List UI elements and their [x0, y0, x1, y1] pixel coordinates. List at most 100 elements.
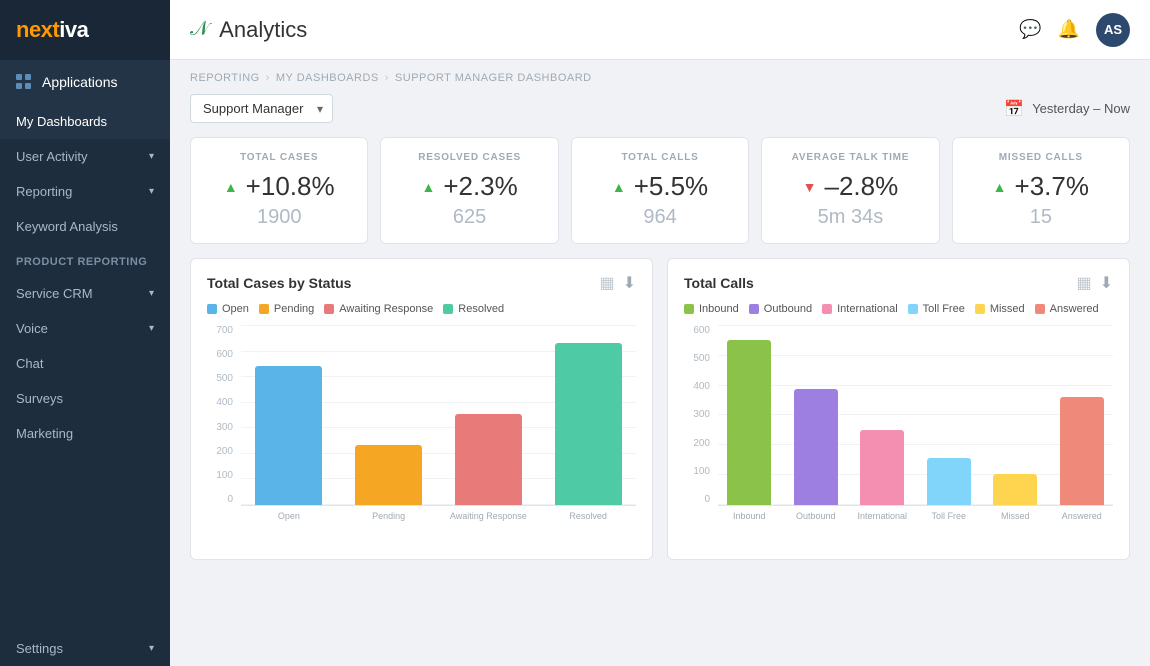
sidebar-item-label: Service CRM — [16, 286, 93, 301]
y-label: 600 — [684, 325, 714, 336]
legend-dot — [324, 304, 334, 314]
sidebar-section-product-reporting: PRODUCT REPORTING — [0, 248, 170, 276]
legend-item: Toll Free — [908, 303, 965, 315]
y-axis: 7006005004003002001000 — [207, 325, 237, 505]
bar[interactable] — [993, 474, 1037, 505]
bar-chart-icon: ▦ — [1076, 273, 1091, 293]
kpi-value: 1900 — [257, 206, 302, 229]
x-labels: InboundOutboundInternationalToll FreeMis… — [718, 511, 1113, 521]
bar[interactable] — [927, 458, 971, 505]
download-button[interactable]: ⬇ — [1100, 273, 1113, 293]
sidebar-item-keyword-analysis[interactable]: Keyword Analysis — [0, 209, 170, 244]
chevron-icon: ▾ — [149, 323, 154, 334]
legend-label: Resolved — [458, 303, 504, 315]
dashboard-select[interactable]: Support Manager — [190, 94, 333, 123]
legend-dot — [684, 304, 694, 314]
kpi-label: MISSED CALLS — [999, 152, 1083, 163]
x-label: Resolved — [540, 511, 636, 521]
download-button[interactable]: ⬇ — [623, 273, 636, 293]
chat-button[interactable]: 💬 — [1019, 19, 1041, 40]
sidebar-item-marketing[interactable]: Marketing — [0, 416, 170, 451]
legend-item: Open — [207, 303, 249, 315]
sidebar-item-reporting[interactable]: Reporting ▾ — [0, 174, 170, 209]
legend-label: Inbound — [699, 303, 739, 315]
page-title: Analytics — [219, 17, 1019, 43]
sidebar-item-label: Applications — [42, 74, 118, 90]
y-label: 500 — [684, 353, 714, 364]
calendar-icon: 📅 — [1004, 99, 1024, 119]
sidebar-item-voice[interactable]: Voice ▾ — [0, 311, 170, 346]
sidebar-item-applications[interactable]: Applications — [0, 60, 170, 104]
legend-dot — [749, 304, 759, 314]
kpi-value: 964 — [643, 206, 676, 229]
bar-column — [785, 389, 848, 505]
sidebar-item-user-activity[interactable]: User Activity ▾ — [0, 139, 170, 174]
chart-total-calls: Total Calls ▦ ⬇ InboundOutboundInternati… — [667, 258, 1130, 560]
bar[interactable] — [555, 343, 622, 505]
chart-total-cases: Total Cases by Status ▦ ⬇ OpenPendingAwa… — [190, 258, 653, 560]
sidebar-item-service-crm[interactable]: Service CRM ▾ — [0, 276, 170, 311]
sidebar-item-label: Reporting — [16, 184, 72, 199]
bar-column — [241, 366, 337, 505]
sidebar-item-chat[interactable]: Chat — [0, 346, 170, 381]
kpi-percent: +5.5% — [634, 171, 708, 202]
sidebar-item-label: Marketing — [16, 426, 73, 441]
kpi-card-missed-calls: MISSED CALLS ▲ +3.7% 15 — [952, 137, 1130, 244]
bar[interactable] — [727, 340, 771, 505]
main-content: 𝒩 Analytics 💬 🔔 AS REPORTING › MY DASHBO… — [170, 0, 1150, 666]
legend-label: Answered — [1050, 303, 1099, 315]
kpi-arrow: ▲ — [993, 179, 1007, 195]
legend-dot — [259, 304, 269, 314]
bar[interactable] — [860, 430, 904, 505]
y-label: 0 — [207, 494, 237, 505]
x-label: Pending — [341, 511, 437, 521]
legend-label: Pending — [274, 303, 314, 315]
legend-item: Missed — [975, 303, 1025, 315]
bar[interactable] — [355, 445, 422, 505]
bar-column — [918, 458, 981, 505]
kpi-arrow: ▲ — [612, 179, 626, 195]
bar[interactable] — [455, 414, 522, 505]
notifications-button[interactable]: 🔔 — [1058, 19, 1080, 40]
sidebar-settings[interactable]: Settings ▾ — [0, 631, 170, 666]
kpi-value-row: ▼ –2.8% — [803, 171, 899, 202]
controls-row: Support Manager 📅 Yesterday – Now — [190, 94, 1130, 123]
sidebar-item-label: Surveys — [16, 391, 63, 406]
kpi-value: 5m 34s — [818, 206, 884, 229]
y-label: 100 — [684, 466, 714, 477]
y-label: 200 — [207, 446, 237, 457]
legend-dot — [443, 304, 453, 314]
sidebar-item-my-dashboards[interactable]: My Dashboards — [0, 104, 170, 139]
kpi-value-row: ▲ +10.8% — [224, 171, 335, 202]
bar[interactable] — [255, 366, 322, 505]
date-range[interactable]: 📅 Yesterday – Now — [1004, 99, 1130, 119]
x-label: Awaiting Response — [441, 511, 537, 521]
section-label: PRODUCT REPORTING — [16, 256, 147, 268]
logo: nextiva — [0, 0, 170, 60]
breadcrumb-reporting: REPORTING — [190, 72, 260, 84]
x-label: Toll Free — [918, 511, 981, 521]
charts-row: Total Cases by Status ▦ ⬇ OpenPendingAwa… — [190, 258, 1130, 560]
bar[interactable] — [1060, 397, 1104, 505]
kpi-label: RESOLVED CASES — [418, 152, 521, 163]
content-area: REPORTING › MY DASHBOARDS › SUPPORT MANA… — [170, 60, 1150, 666]
bar[interactable] — [794, 389, 838, 505]
y-label: 100 — [207, 470, 237, 481]
x-axis-line — [241, 505, 636, 506]
bars-container — [718, 325, 1113, 505]
legend-item: Inbound — [684, 303, 739, 315]
topbar-actions: 💬 🔔 AS — [1019, 13, 1130, 47]
bar-chart-icon: ▦ — [599, 273, 614, 293]
kpi-card-avg-talk-time: AVERAGE TALK TIME ▼ –2.8% 5m 34s — [761, 137, 939, 244]
x-label: Outbound — [785, 511, 848, 521]
legend-label: Open — [222, 303, 249, 315]
sidebar-item-surveys[interactable]: Surveys — [0, 381, 170, 416]
breadcrumb: REPORTING › MY DASHBOARDS › SUPPORT MANA… — [190, 72, 1130, 84]
kpi-row: TOTAL CASES ▲ +10.8% 1900 RESOLVED CASES… — [190, 137, 1130, 244]
y-label: 400 — [684, 381, 714, 392]
kpi-value-row: ▲ +5.5% — [612, 171, 708, 202]
kpi-arrow: ▲ — [224, 179, 238, 195]
sidebar-item-label: User Activity — [16, 149, 88, 164]
bar-column — [441, 414, 537, 505]
user-avatar[interactable]: AS — [1096, 13, 1130, 47]
